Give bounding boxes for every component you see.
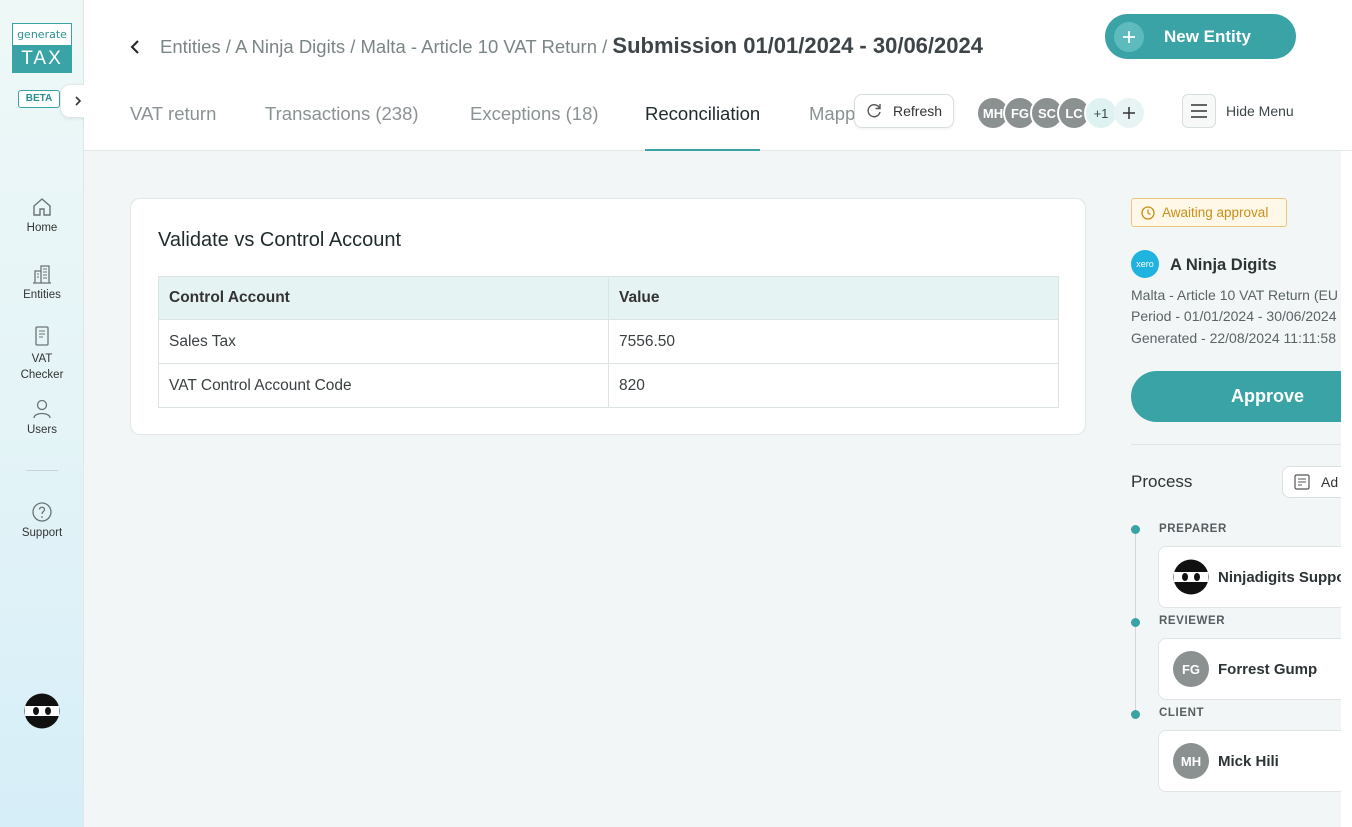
table-row: Sales Tax 7556.50 [158, 319, 1059, 364]
table-cell: 7556.50 [608, 319, 1059, 364]
person-name: Ninjadigits Suppo [1218, 568, 1346, 586]
control-account-table: Control Account Value Sales Tax 7556.50 … [158, 276, 1059, 408]
sidebar-divider [26, 470, 58, 471]
reconciliation-card: Validate vs Control Account Control Acco… [130, 198, 1086, 435]
person-name: Forrest Gump [1218, 660, 1318, 678]
client-card[interactable]: MH Mick Hili [1158, 730, 1352, 792]
timeline-dot [1131, 618, 1140, 627]
sidebar-item-home[interactable]: Home [0, 196, 84, 234]
reviewer-card[interactable]: FG Forrest Gump [1158, 638, 1352, 700]
card-title: Validate vs Control Account [158, 229, 402, 251]
add-note-label: Ad [1321, 474, 1339, 490]
person-name: Mick Hili [1218, 752, 1279, 770]
timeline-dot [1131, 525, 1140, 534]
refresh-button[interactable]: Refresh [854, 94, 954, 128]
refresh-label: Refresh [893, 103, 943, 119]
menu-icon [1182, 94, 1216, 128]
new-entity-button[interactable]: New Entity [1105, 14, 1296, 59]
role-label: PREPARER [1159, 523, 1227, 535]
note-icon [1294, 474, 1310, 490]
process-title: Process [1131, 472, 1193, 491]
table-header-row: Control Account Value [158, 276, 1059, 320]
tab-vat-return[interactable]: VAT return [130, 95, 216, 151]
app-logo[interactable]: generate TAX [12, 23, 72, 73]
table-row: VAT Control Account Code 820 [158, 363, 1059, 408]
tab-mapping[interactable]: Mapp [809, 95, 855, 151]
ninja-avatar [1173, 559, 1209, 595]
timeline-dot [1131, 710, 1140, 719]
building-icon [33, 265, 51, 284]
role-label: CLIENT [1159, 707, 1205, 719]
clock-icon [1141, 205, 1155, 220]
user-icon [33, 399, 51, 419]
tab-exceptions[interactable]: Exceptions (18) [470, 95, 599, 151]
sidebar-item-entities[interactable]: Entities [0, 263, 84, 301]
table-cell: VAT Control Account Code [158, 363, 609, 408]
more-avatars-badge[interactable]: +1 [1084, 96, 1118, 130]
user-avatar-ninja[interactable] [24, 693, 60, 729]
sidebar-item-label: Entities [23, 289, 61, 301]
avatar: MH [1173, 743, 1209, 779]
document-icon [35, 326, 49, 346]
approve-label: Approve [1231, 386, 1305, 406]
role-label: REVIEWER [1159, 615, 1226, 627]
sidebar-item-label: VAT Checker [20, 353, 64, 381]
new-entity-label: New Entity [1164, 26, 1251, 46]
plus-icon [1123, 107, 1135, 119]
sidebar-item-support[interactable]: Support [0, 501, 84, 539]
chevron-right-icon [75, 96, 82, 106]
hide-menu-label: Hide Menu [1226, 103, 1294, 119]
add-collaborator-button[interactable] [1114, 98, 1144, 128]
table-cell: Sales Tax [158, 319, 609, 364]
chevron-left-icon [130, 40, 139, 54]
sidebar-item-label: Users [26, 424, 58, 436]
refresh-icon [867, 104, 881, 118]
home-icon [33, 198, 51, 216]
beta-badge: BETA [18, 90, 60, 108]
panel-divider [1131, 444, 1352, 445]
logo-bottom-text: TAX [13, 45, 71, 73]
logo-top-text: generate [17, 28, 67, 41]
page-header: Entities / A Ninja Digits / Malta - Arti… [84, 0, 1352, 151]
sidebar-item-vat-checker[interactable]: VAT Checker [0, 325, 84, 383]
avatar: FG [1173, 651, 1209, 687]
sidebar-item-label: Home [26, 222, 58, 234]
return-type: Malta - Article 10 VAT Return (EU [1131, 287, 1338, 303]
approve-button[interactable]: Approve [1131, 371, 1352, 422]
table-cell: 820 [608, 363, 1059, 408]
help-icon [32, 502, 52, 522]
status-label: Awaiting approval [1162, 205, 1269, 220]
plus-icon [1114, 21, 1144, 52]
org-name: A Ninja Digits [1170, 256, 1277, 274]
sidebar: generate TAX BETA Home Entities VAT Chec… [0, 0, 96, 827]
sidebar-item-label: Support [21, 527, 63, 539]
preparer-card[interactable]: Ninjadigits Suppo [1158, 546, 1352, 608]
sidebar-item-users[interactable]: Users [0, 398, 84, 436]
right-edge-gutter [1341, 151, 1352, 827]
status-badge: Awaiting approval [1131, 198, 1287, 227]
back-button[interactable] [124, 34, 146, 60]
generated-timestamp: Generated - 22/08/2024 11:11:58 [1131, 330, 1336, 346]
hide-menu-toggle[interactable]: Hide Menu [1182, 93, 1294, 129]
breadcrumb: Entities / A Ninja Digits / Malta - Arti… [160, 33, 983, 59]
period: Period - 01/01/2024 - 30/06/2024 [1131, 308, 1337, 324]
page-title: Submission 01/01/2024 - 30/06/2024 [612, 33, 983, 58]
xero-logo: xero [1131, 250, 1159, 278]
tab-reconciliation[interactable]: Reconciliation [645, 95, 761, 151]
column-header: Value [608, 276, 1059, 320]
column-header: Control Account [158, 276, 609, 320]
tab-transactions[interactable]: Transactions (238) [265, 95, 419, 151]
breadcrumb-path[interactable]: Entities / A Ninja Digits / Malta - Arti… [160, 36, 607, 57]
